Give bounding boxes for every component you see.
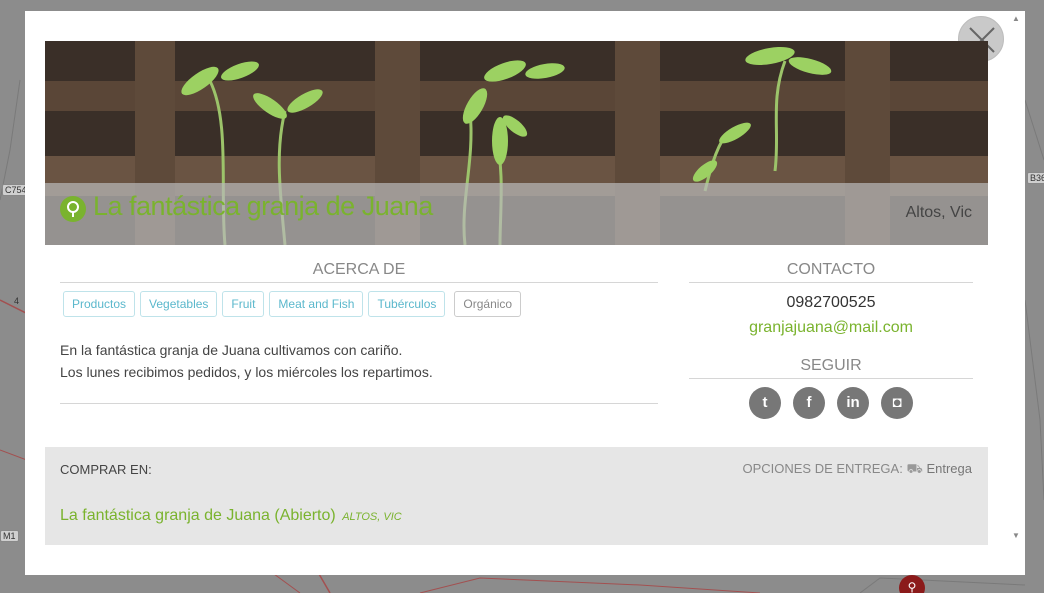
product-tags: Productos Vegetables Fruit Meat and Fish… [63, 291, 522, 317]
about-bottom-divider [60, 403, 658, 404]
map-road-label: M1 [0, 530, 19, 542]
map-road-label: 4 [14, 296, 20, 306]
contact-phone: 0982700525 [786, 294, 876, 311]
linkedin-icon[interactable]: in [837, 387, 869, 419]
tag-organico[interactable]: Orgánico [454, 291, 522, 317]
truck-icon: ⛟ [906, 461, 923, 476]
store-link[interactable]: La fantástica granja de Juana (Abierto) … [60, 507, 402, 525]
farm-location: Altos, Vic [905, 204, 972, 221]
about-description: En la fantástica granja de Juana cultiva… [60, 339, 433, 383]
follow-divider [689, 378, 973, 379]
tag-vegetables[interactable]: Vegetables [140, 291, 218, 317]
tag-fruit[interactable]: Fruit [222, 291, 265, 317]
store-name: La fantástica granja de Juana (Abierto) [60, 507, 336, 524]
about-divider [60, 282, 658, 283]
follow-heading: SEGUIR [800, 357, 862, 374]
location-pin-icon [60, 196, 86, 222]
about-line: Los lunes recibimos pedidos, y los miérc… [60, 364, 433, 380]
tag-meat-and-fish[interactable]: Meat and Fish [269, 291, 364, 317]
scroll-down-arrow-icon[interactable]: ▼ [1012, 531, 1020, 540]
about-line: En la fantástica granja de Juana cultiva… [60, 342, 403, 358]
map-road-label: B36 [1027, 172, 1044, 184]
tag-tuberculos[interactable]: Tubérculos [368, 291, 446, 317]
modal-scrollbar[interactable]: ▲ ▼ [1008, 11, 1025, 545]
purchase-footer: COMPRAR EN: OPCIONES DE ENTREGA: ⛟ Entre… [45, 447, 988, 545]
store-location: ALTOS, VIC [342, 511, 402, 523]
delivery-options: OPCIONES DE ENTREGA: ⛟ Entrega [742, 461, 972, 479]
contact-email-link[interactable]: granjajuana@mail.com [689, 319, 973, 337]
instagram-icon[interactable]: ◘ [881, 387, 913, 419]
delivery-value: Entrega [926, 461, 972, 476]
hero-banner: La fantástica granja de Juana Altos, Vic [45, 41, 988, 245]
contact-divider [689, 282, 973, 283]
about-heading: ACERCA DE [312, 261, 406, 278]
buy-label: COMPRAR EN: [60, 462, 152, 477]
facebook-icon[interactable]: f [793, 387, 825, 419]
pin-glyph [67, 201, 79, 217]
tag-productos[interactable]: Productos [63, 291, 136, 317]
farm-title: La fantástica granja de Juana [93, 191, 433, 221]
social-links: t f in ◘ [749, 387, 913, 419]
twitter-icon[interactable]: t [749, 387, 781, 419]
delivery-label: OPCIONES DE ENTREGA: [742, 461, 903, 476]
contact-heading: CONTACTO [786, 261, 876, 278]
scroll-up-arrow-icon[interactable]: ▲ [1012, 14, 1020, 23]
